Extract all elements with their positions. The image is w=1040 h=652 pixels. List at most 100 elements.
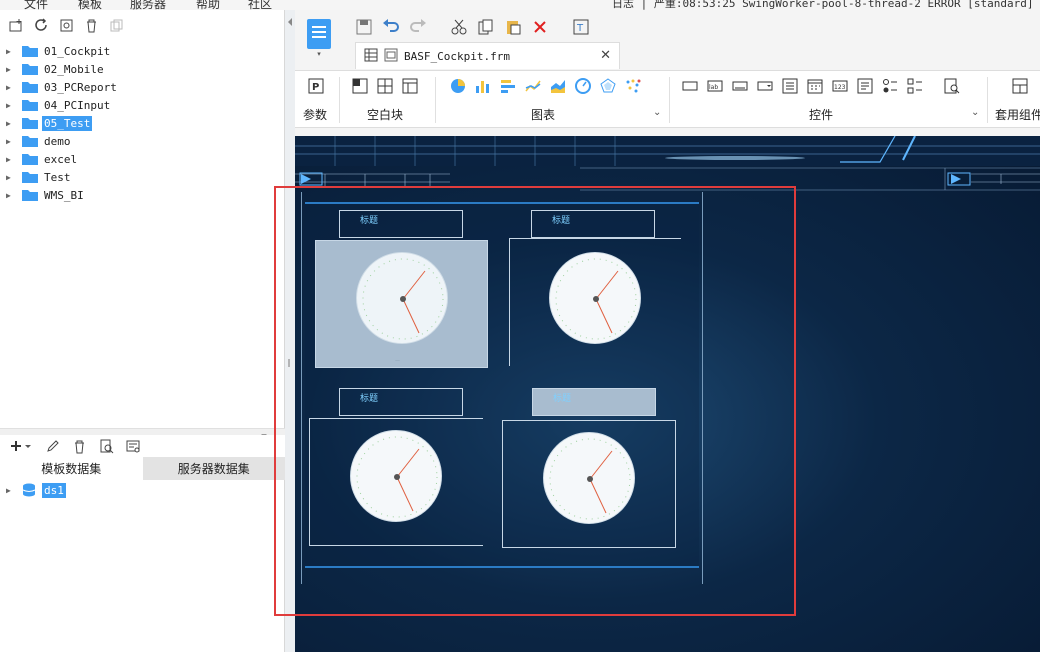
- tree-item[interactable]: ▶ demo: [0, 132, 285, 150]
- expand-arrow-icon[interactable]: ▶: [6, 101, 16, 110]
- cut-icon[interactable]: [450, 19, 467, 36]
- pie-chart-icon[interactable]: [449, 77, 466, 94]
- tree-item-label: 03_PCReport: [44, 80, 117, 94]
- expand-arrow-icon[interactable]: ▶: [6, 155, 16, 164]
- dropdown-arrow-icon[interactable]: ▾: [317, 50, 321, 58]
- format-icon[interactable]: T: [572, 19, 589, 36]
- ribbon-group-control: lab 123 控件 ⌄: [681, 71, 981, 129]
- expand-arrow-icon[interactable]: ▶: [6, 47, 16, 56]
- save-icon[interactable]: [355, 19, 372, 36]
- dataset-list: ▶ ds1: [0, 480, 285, 500]
- button-widget-icon[interactable]: [681, 77, 698, 94]
- tree-item[interactable]: ▶ Test: [0, 168, 285, 186]
- dataset-settings-icon[interactable]: [125, 438, 142, 455]
- close-tab-icon[interactable]: ✕: [600, 48, 611, 63]
- database-icon: [22, 483, 38, 497]
- ribbon-group-component: 套用组件: [993, 71, 1040, 129]
- layout-tabs-icon[interactable]: [401, 77, 418, 94]
- scatter-chart-icon[interactable]: [624, 77, 641, 94]
- menu-template[interactable]: 模板: [78, 0, 102, 10]
- copy-disabled-icon: [108, 17, 125, 34]
- dataset-item[interactable]: ▶ ds1: [0, 480, 285, 500]
- folder-icon: [22, 189, 38, 201]
- add-dataset-icon[interactable]: [8, 438, 34, 455]
- tree-item-label: excel: [44, 152, 78, 166]
- tree-item[interactable]: ▶ 04_PCInput: [0, 96, 285, 114]
- preview-icon[interactable]: [98, 438, 115, 455]
- expand-arrow-icon[interactable]: ▶: [6, 119, 16, 128]
- svg-text:lab: lab: [709, 84, 718, 91]
- expand-arrow-icon[interactable]: ▶: [6, 65, 16, 74]
- ribbon-group-blank: 空白块: [351, 71, 425, 129]
- edit-toolbar: T: [355, 16, 589, 38]
- copy-icon[interactable]: [477, 19, 494, 36]
- svg-text:T: T: [576, 23, 584, 34]
- component-icon[interactable]: [1011, 77, 1028, 94]
- ribbon-separator: [669, 77, 670, 123]
- tree-item[interactable]: ▶ excel: [0, 150, 285, 168]
- list-widget-icon[interactable]: [781, 77, 798, 94]
- dataset-toolbar: [0, 435, 285, 457]
- tree-item[interactable]: ▶ 02_Mobile: [0, 60, 285, 78]
- paste-icon[interactable]: [504, 19, 521, 36]
- expand-chevron-icon[interactable]: ⌄: [971, 107, 979, 118]
- folder-icon: [22, 81, 38, 93]
- edit-icon[interactable]: [44, 438, 61, 455]
- bar-chart-icon[interactable]: [474, 77, 491, 94]
- expand-arrow-icon[interactable]: ▶: [6, 173, 16, 182]
- tree-item[interactable]: ▶ 01_Cockpit: [0, 42, 285, 60]
- menu-file[interactable]: 文件: [24, 0, 48, 10]
- file-tab[interactable]: BASF_Cockpit.frm ✕: [355, 42, 620, 69]
- folder-icon: [22, 45, 38, 57]
- param-icon[interactable]: P: [307, 77, 324, 94]
- new-folder-icon[interactable]: [8, 17, 25, 34]
- layout-split-icon[interactable]: [376, 77, 393, 94]
- calendar-widget-icon[interactable]: [806, 77, 823, 94]
- menu-help[interactable]: 帮助: [196, 0, 220, 10]
- form-file-icon: [384, 48, 398, 65]
- refresh-icon[interactable]: [33, 17, 50, 34]
- redo-icon[interactable]: [409, 19, 426, 36]
- undo-icon[interactable]: [382, 19, 399, 36]
- search-widget-icon[interactable]: [943, 77, 960, 94]
- gauge-chart-icon[interactable]: [574, 77, 591, 94]
- tab-template-dataset[interactable]: 模板数据集: [0, 457, 143, 480]
- tab-server-dataset[interactable]: 服务器数据集: [142, 457, 285, 480]
- tree-item[interactable]: ▶ 03_PCReport: [0, 78, 285, 96]
- svg-text:P: P: [312, 82, 319, 93]
- horizontal-bar-icon[interactable]: [499, 77, 516, 94]
- tree-item-label: 01_Cockpit: [44, 44, 111, 58]
- ribbon-group-label: 套用组件: [995, 108, 1040, 122]
- line-chart-icon[interactable]: [524, 77, 541, 94]
- checkbox-widget-icon[interactable]: [906, 77, 923, 94]
- template-doc-icon[interactable]: ▾: [305, 18, 333, 64]
- textarea-widget-icon[interactable]: [856, 77, 873, 94]
- delete-x-icon[interactable]: [531, 19, 548, 36]
- text-input-widget-icon[interactable]: [731, 77, 748, 94]
- delete-icon[interactable]: [71, 438, 88, 455]
- blank-block-icon[interactable]: [351, 77, 368, 94]
- area-chart-icon[interactable]: [549, 77, 566, 94]
- expand-arrow-icon[interactable]: ▶: [6, 137, 16, 146]
- folder-icon: [22, 153, 38, 165]
- settings-icon[interactable]: [58, 17, 75, 34]
- expand-arrow-icon[interactable]: ▶: [6, 486, 16, 495]
- menu-community[interactable]: 社区: [248, 0, 272, 10]
- radio-widget-icon[interactable]: [881, 77, 898, 94]
- menu-server[interactable]: 服务器: [130, 0, 166, 10]
- expand-chevron-icon[interactable]: ⌄: [653, 107, 661, 118]
- tree-item-selected[interactable]: ▶ 05_Test: [0, 114, 285, 132]
- tree-item[interactable]: ▶ WMS_BI: [0, 186, 285, 204]
- tree-item-label: 04_PCInput: [44, 98, 111, 112]
- expand-arrow-icon[interactable]: ▶: [6, 191, 16, 200]
- ribbon-group-chart: 图表 ⌄: [449, 71, 665, 129]
- expand-arrow-icon[interactable]: ▶: [6, 83, 16, 92]
- radar-chart-icon[interactable]: [599, 77, 616, 94]
- ribbon-group-label: 控件: [809, 108, 834, 122]
- tree-toolbar: [0, 10, 284, 40]
- label-widget-icon[interactable]: lab: [706, 77, 723, 94]
- dropdown-widget-icon[interactable]: [756, 77, 773, 94]
- delete-icon[interactable]: [83, 17, 100, 34]
- component-ribbon: P 参数 空白块 图表 ⌄ lab 123 控件 ⌄ 套用组件: [295, 70, 1040, 128]
- number-widget-icon[interactable]: 123: [831, 77, 848, 94]
